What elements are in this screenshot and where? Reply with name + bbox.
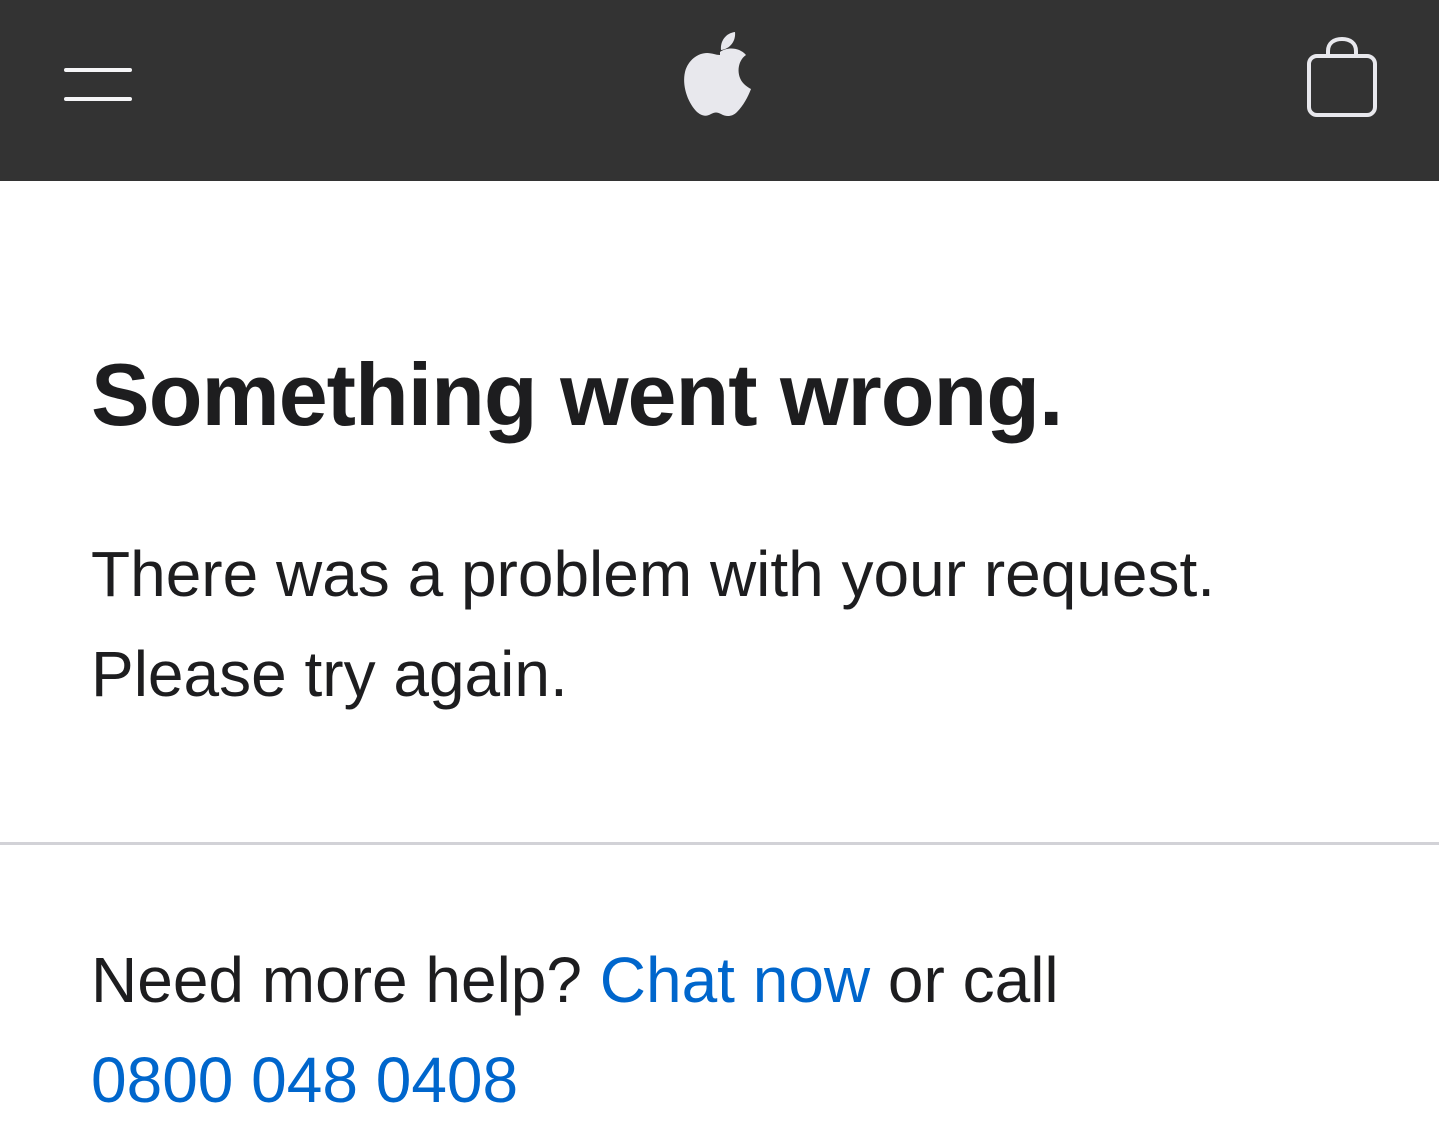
section-divider [0,842,1439,845]
global-nav [0,0,1439,181]
help-section: Need more help? Chat now or call 0800 04… [91,930,1391,1130]
error-message: There was a problem with your request. P… [91,524,1371,724]
page-title: Something went wrong. [91,345,1063,444]
shopping-bag-icon [1307,36,1377,117]
chat-now-link[interactable]: Chat now [600,944,870,1016]
apple-logo-icon [684,32,751,117]
apple-logo-link[interactable] [680,28,760,120]
error-message-line-1: There was a problem with your request. [91,538,1216,610]
bag-button[interactable] [1298,30,1388,126]
menu-button[interactable] [50,50,146,120]
menu-bar-bottom [64,97,132,101]
phone-link[interactable]: 0800 048 0408 [91,1044,518,1116]
menu-bar-top [64,68,132,72]
help-prefix: Need more help? [91,944,600,1016]
help-middle: or call [870,944,1059,1016]
error-message-line-2: Please try again. [91,638,568,710]
